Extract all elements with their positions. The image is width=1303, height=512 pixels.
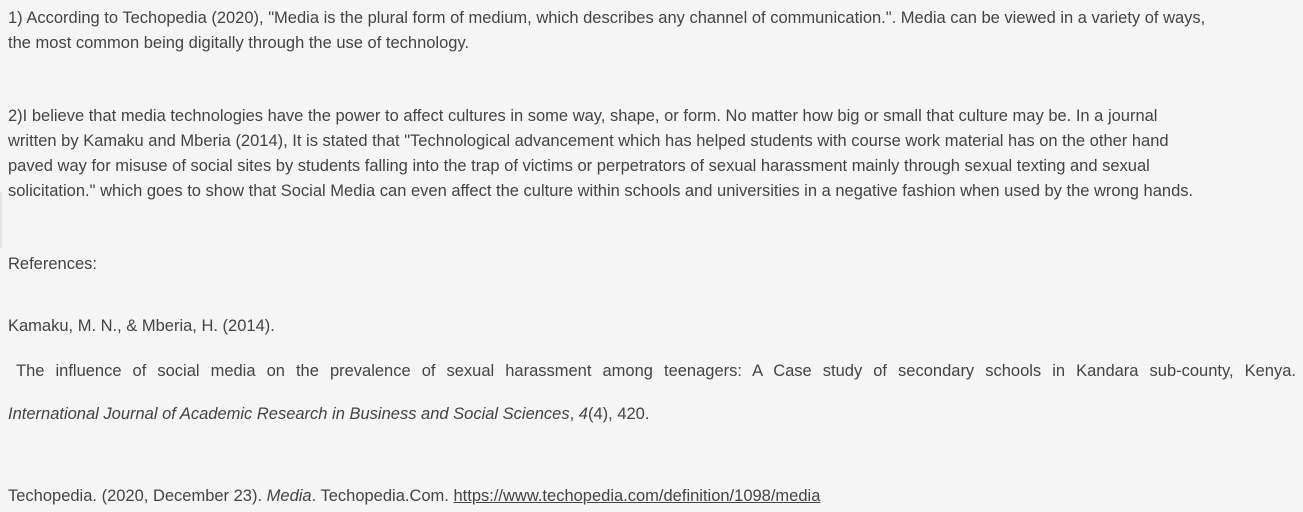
reference-1-separator: , [569, 405, 579, 423]
reference-2-prefix: Techopedia. (2020, December 23). [8, 487, 267, 505]
left-border-accent [0, 192, 2, 248]
reference-1-issue-pages: (4), 420. [587, 405, 650, 423]
paragraph-1-line-2: the most common being digitally through … [8, 34, 470, 52]
paragraph-2-line-1: 2)I believe that media technologies have… [8, 107, 1158, 125]
reference-1-title-text: The influence of social media on the pre… [16, 362, 1296, 380]
reference-1-journal-line: International Journal of Academic Resear… [8, 402, 1298, 427]
paragraph-2-line-2: written by Kamaku and Mberia (2014), It … [8, 132, 1169, 150]
reference-2-middle: . Techopedia.Com. [311, 487, 454, 505]
reference-2-title: Media [266, 487, 312, 505]
reference-2: Techopedia. (2020, December 23). Media. … [8, 484, 1298, 509]
reference-1-journal: International Journal of Academic Resear… [8, 405, 570, 423]
paragraph-2-line-4: solicitation." which goes to show that S… [8, 182, 1194, 200]
reference-1-volume: 4 [578, 405, 588, 423]
references-heading: References: [8, 255, 97, 273]
reference-1-title: The influence of social media on the pre… [8, 359, 1296, 384]
reference-2-url-link[interactable]: https://www.techopedia.com/definition/10… [453, 487, 820, 505]
paragraph-1-line-1: 1) According to Techopedia (2020), "Medi… [8, 9, 1206, 27]
reference-1-authors: Kamaku, M. N., & Mberia, H. (2014). [8, 317, 275, 335]
paragraph-2-line-3: paved way for misuse of social sites by … [8, 157, 1150, 175]
